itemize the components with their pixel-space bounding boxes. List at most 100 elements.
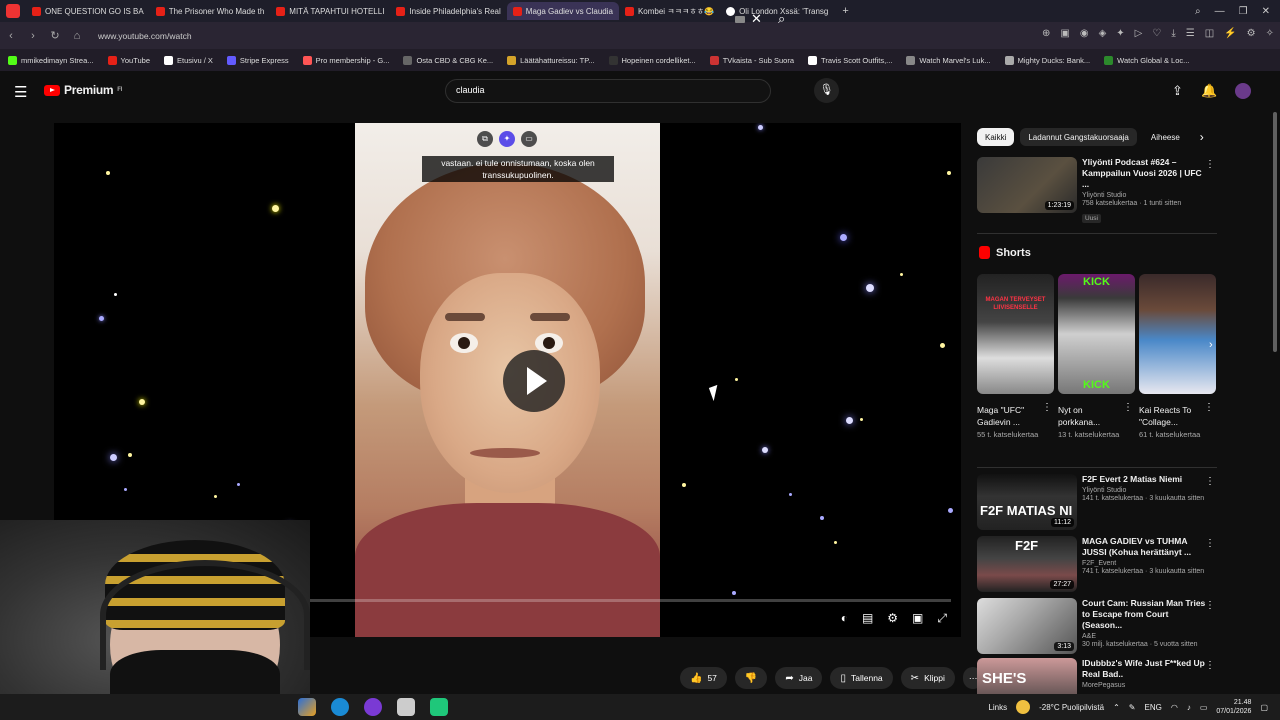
pen-icon[interactable]: ✎: [1129, 703, 1136, 712]
weather-text[interactable]: -28°C Puolipilvistä: [1039, 703, 1104, 712]
share-button[interactable]: ➦ Jaa: [775, 667, 823, 689]
bookmark[interactable]: TVkaista - Sub Suora: [709, 55, 794, 65]
download-icon[interactable]: ⤓: [1171, 28, 1175, 39]
forward-icon[interactable]: ›: [22, 30, 44, 42]
fullscreen-icon[interactable]: ⤢: [937, 611, 947, 626]
minimize-icon[interactable]: —: [1215, 6, 1225, 17]
big-play-button[interactable]: [503, 350, 565, 412]
avatar[interactable]: [1235, 83, 1251, 99]
miniplayer-icon[interactable]: ▣: [912, 611, 923, 626]
bookmark[interactable]: Pro membership - G...: [302, 55, 389, 65]
more-vertical-icon[interactable]: ⋮: [1205, 600, 1215, 611]
more-vertical-icon[interactable]: ⋮: [1205, 159, 1215, 170]
menu-list-icon[interactable]: ☰: [1186, 28, 1195, 39]
short-item[interactable]: Kai Reacts To "Collage... 61 t. katseluk…: [1139, 274, 1216, 440]
subtitles-icon[interactable]: ▤: [862, 611, 873, 626]
settings-gear-icon[interactable]: ⚙: [887, 611, 898, 626]
more-vertical-icon[interactable]: ⋮: [1042, 402, 1052, 413]
bookmark[interactable]: Stripe Express: [226, 55, 289, 65]
bookmark[interactable]: YouTube: [107, 55, 150, 65]
voice-search-button[interactable]: 🎙: [814, 78, 839, 103]
like-button[interactable]: 👍 57: [680, 667, 727, 689]
shorts-next-chevron-icon[interactable]: ›: [1209, 339, 1213, 351]
notification-icon[interactable]: ▢: [1260, 703, 1268, 712]
search-input[interactable]: [456, 85, 716, 95]
browser-tab[interactable]: ONE QUESTION GO IS BA: [26, 2, 150, 20]
bookmark[interactable]: Etusivu / X: [164, 55, 213, 65]
home-icon[interactable]: ⌂: [66, 30, 88, 42]
hamburger-menu-icon[interactable]: ☰: [14, 83, 27, 101]
extension-icon[interactable]: ✦: [1116, 28, 1124, 39]
new-tab-plus-icon[interactable]: +: [842, 5, 848, 17]
more-vertical-icon[interactable]: ⋮: [1204, 402, 1214, 413]
bookmark[interactable]: Watch Global & Loc...: [1104, 55, 1189, 65]
copilot-app-icon[interactable]: [298, 698, 316, 716]
recommendation-item[interactable]: 1:23:19 Yliyönti Podcast #624 – Kamppail…: [977, 157, 1217, 223]
screenshot-icon[interactable]: ▣: [1060, 28, 1069, 39]
recommendation-item[interactable]: F2F 27:27 MAGA GADIEV vs TUHMA JUSSI (Ko…: [977, 536, 1217, 594]
clear-search-icon[interactable]: ✕: [751, 11, 762, 27]
bookmark[interactable]: mmikedimayn Strea...: [8, 55, 94, 65]
chip-uploader[interactable]: Ladannut Gangstakuorsaaja: [1020, 128, 1137, 146]
zoom-icon[interactable]: ⊕: [1042, 28, 1050, 39]
browser-tab-active[interactable]: Maga Gadiev vs Claudia: [506, 2, 619, 20]
bookmark[interactable]: Mighty Ducks: Bank...: [1004, 55, 1090, 65]
more-vertical-icon[interactable]: ⋮: [1205, 660, 1215, 671]
browser-tab[interactable]: Inside Philadelphia's Real: [390, 2, 506, 20]
browser-app-icon[interactable]: [364, 698, 382, 716]
recommendation-item[interactable]: 3:13 Court Cam: Russian Man Tries to Esc…: [977, 598, 1217, 656]
browser-tab[interactable]: MITÄ TAPAHTUI HOTELLI: [270, 2, 390, 20]
battery-icon[interactable]: ▭: [1200, 703, 1208, 712]
bookmark[interactable]: Osta CBD & CBG Ke...: [403, 55, 493, 65]
camera-icon[interactable]: ◉: [1080, 28, 1089, 39]
settings-icon[interactable]: ⚙: [1247, 28, 1256, 39]
sparkle-icon[interactable]: ✦: [499, 131, 515, 147]
scrollbar[interactable]: [1273, 112, 1277, 352]
back-icon[interactable]: ‹: [0, 30, 22, 42]
browser-tab[interactable]: Kombei ㅋㅋㅋㅎㅎ😂: [619, 2, 720, 20]
maximize-icon[interactable]: ❐: [1239, 6, 1248, 17]
autoplay-toggle-icon[interactable]: ◐: [841, 611, 848, 626]
pip-icon[interactable]: ▭: [521, 131, 537, 147]
chevron-up-icon[interactable]: ⌃: [1113, 703, 1120, 712]
chip-related[interactable]: Aiheese: [1143, 128, 1188, 146]
language-indicator[interactable]: ENG: [1145, 703, 1162, 712]
close-window-icon[interactable]: ✕: [1262, 6, 1270, 17]
links-toolbar[interactable]: Links: [988, 703, 1007, 712]
url-field[interactable]: www.youtube.com/watch: [98, 31, 192, 41]
copy-icon[interactable]: ⧉: [477, 131, 493, 147]
volume-icon[interactable]: ♪: [1187, 703, 1191, 712]
clip-button[interactable]: ✂ Klippi: [900, 667, 955, 689]
keyboard-icon[interactable]: [735, 16, 745, 23]
upload-icon[interactable]: ⇪: [1172, 83, 1183, 99]
short-item[interactable]: KICK KICK Nyt on porkkana... 13 t. katse…: [1058, 274, 1135, 440]
recommendation-item[interactable]: F2F MATIAS NI 11:12 F2F Evert 2 Matias N…: [977, 474, 1217, 532]
shield-icon[interactable]: ◈: [1099, 28, 1107, 39]
bookmark[interactable]: Läätähattureissu: TP...: [507, 55, 595, 65]
ai-icon[interactable]: ✧: [1266, 28, 1274, 39]
recommendation-item[interactable]: SHE'S IDubbbz's Wife Just F**ked Up Real…: [977, 658, 1217, 694]
bookmark[interactable]: Watch Marvel's Luk...: [906, 55, 991, 65]
more-vertical-icon[interactable]: ⋮: [1123, 402, 1133, 413]
browser-logo-icon[interactable]: [6, 4, 20, 18]
dislike-button[interactable]: 👎: [734, 667, 768, 689]
bookmark[interactable]: Travis Scott Outfits,...: [808, 55, 892, 65]
play-icon[interactable]: ▷: [1135, 28, 1143, 39]
save-button[interactable]: ▯ Tallenna: [830, 667, 893, 689]
wifi-icon[interactable]: ◠: [1171, 703, 1178, 712]
more-vertical-icon[interactable]: ⋮: [1205, 538, 1215, 549]
edge-app-icon[interactable]: [331, 698, 349, 716]
vpn-icon[interactable]: ⚡: [1224, 28, 1236, 39]
wallet-icon[interactable]: ◫: [1205, 28, 1214, 39]
more-vertical-icon[interactable]: ⋮: [1205, 476, 1215, 487]
search-tabs-icon[interactable]: ⌕: [1195, 6, 1201, 17]
chip-all[interactable]: Kaikki: [977, 128, 1015, 146]
reload-icon[interactable]: ↻: [44, 29, 66, 42]
browser-tab[interactable]: The Prisoner Who Made th: [150, 2, 271, 20]
spreadsheet-app-icon[interactable]: [430, 698, 448, 716]
search-icon[interactable]: ⌕: [778, 11, 785, 27]
chevron-right-icon[interactable]: ›: [1200, 130, 1204, 144]
clock[interactable]: 21.48 07/01/2026: [1216, 698, 1251, 716]
youtube-premium-logo[interactable]: Premium FI: [44, 83, 122, 97]
app-icon[interactable]: [397, 698, 415, 716]
